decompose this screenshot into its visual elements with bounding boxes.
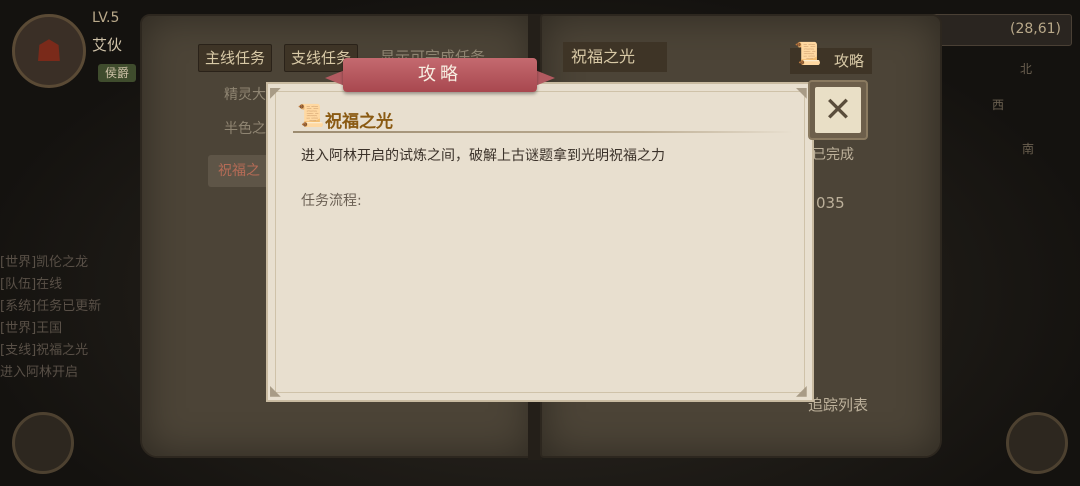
guide-button[interactable]: 📜 攻略 <box>790 42 872 74</box>
compass-west: 西 <box>992 98 1005 112</box>
player-avatar[interactable]: ☗ <box>12 14 86 88</box>
dialog-flow-label: 任务流程: <box>301 193 362 209</box>
corner-ornament: ◣ <box>270 383 281 399</box>
coordinate-value: (28,61) <box>1009 21 1061 37</box>
quest-detail-title: 祝福之光 <box>563 42 667 72</box>
guide-button-label: 攻略 <box>833 52 864 70</box>
chat-line: [世界]王国 <box>0 321 63 336</box>
dialog-divider <box>293 131 793 133</box>
scroll-icon: 📜 <box>794 42 822 67</box>
close-button[interactable]: ✕ <box>808 80 868 140</box>
compass: 北 西 南 <box>992 60 1062 170</box>
chat-line: [世界]凯伦之龙 <box>0 255 89 270</box>
chat-feed[interactable]: [世界]凯伦之龙 [队伍]在线 [系统]任务已更新 [世界]王国 [支线]祝福之… <box>0 252 140 432</box>
player-name: 艾伙 <box>92 36 123 54</box>
quest-group-1[interactable]: 精灵大 <box>224 84 266 104</box>
compass-north: 北 <box>1020 62 1033 76</box>
avatar-icon: ☗ <box>35 33 63 69</box>
dialog-quest-description: 进入阿林开启的试炼之间，破解上古谜题拿到光明祝福之力 <box>301 148 665 164</box>
tab-main-quest[interactable]: 主线任务 <box>198 44 273 72</box>
chat-line: [队伍]在线 <box>0 277 63 292</box>
track-list-button[interactable]: 追踪列表 <box>808 394 868 415</box>
quest-number: 035 <box>816 194 845 212</box>
player-level: LV.5 <box>92 10 120 26</box>
quest-status: 已完成 <box>812 147 854 163</box>
chat-line: [系统]任务已更新 <box>0 299 102 314</box>
quest-group-2[interactable]: 半色之 <box>224 118 266 138</box>
bottom-right-menu-button[interactable] <box>1006 412 1068 474</box>
scroll-icon: 📜 <box>297 104 325 129</box>
dialog-quest-title: 祝福之光 <box>325 112 393 132</box>
compass-south: 南 <box>1022 142 1035 156</box>
chat-line: 进入阿林开启 <box>0 365 79 380</box>
close-icon: ✕ <box>815 87 861 133</box>
corner-ornament: ◢ <box>796 383 807 399</box>
chat-line: [支线]祝福之光 <box>0 343 89 358</box>
dialog-header-ribbon: 攻略 <box>325 58 555 94</box>
bottom-left-menu-button[interactable] <box>12 412 74 474</box>
guide-dialog-border <box>275 91 805 393</box>
corner-ornament: ◤ <box>270 85 281 101</box>
player-rank-badge: 侯爵 <box>98 64 136 82</box>
dialog-title: 攻略 <box>418 64 462 85</box>
